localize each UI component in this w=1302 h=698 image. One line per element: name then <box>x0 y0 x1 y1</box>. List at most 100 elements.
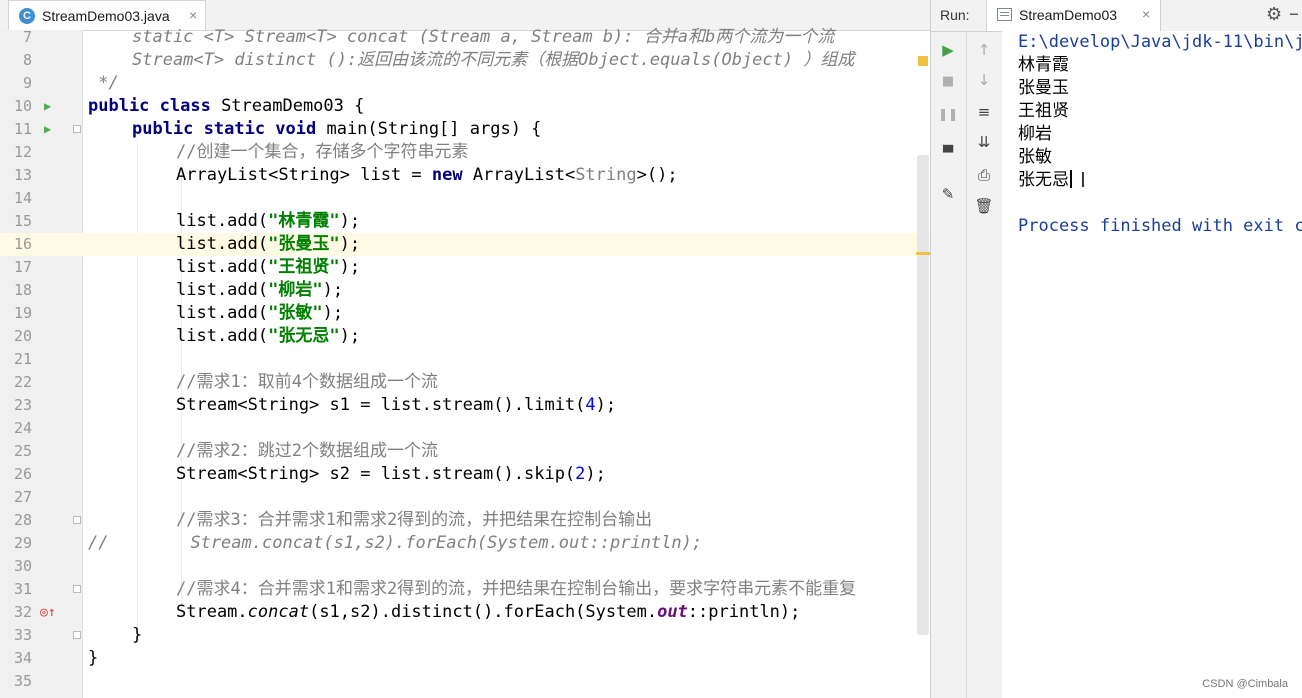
line-number: 13 <box>13 166 32 184</box>
run-label: Run: <box>940 7 970 23</box>
string-literal: "张曼玉" <box>268 234 340 254</box>
code-fragment: Stream<String> s2 = list.stream().skip( <box>176 464 576 484</box>
code-fragment: ); <box>339 257 361 277</box>
code-line-23: 23 Stream<String> s1 = list.stream().lim… <box>0 394 930 417</box>
close-run-tab-icon[interactable]: × <box>1142 6 1150 22</box>
ibeam-cursor-icon: I <box>1080 168 1086 192</box>
console-output-line: 林青霞 <box>1018 55 1069 75</box>
console-output-line: 柳岩 <box>1018 124 1052 144</box>
stop-icon[interactable]: ■ <box>937 71 959 93</box>
line-number: 9 <box>22 74 32 92</box>
code-text: ArrayList<String> list = new ArrayList<S… <box>176 164 678 187</box>
code-line-12: 12 //创建一个集合，存储多个字符串元素 <box>0 141 930 164</box>
run-toolbar: ▶ ■ ❚❚ ▀ ✎ <box>931 31 967 698</box>
line-number: 15 <box>13 212 32 230</box>
line-number: 8 <box>22 51 32 69</box>
console-output[interactable]: E:\develop\Java\jdk-11\bin\java.exe 林青霞 … <box>1002 31 1302 698</box>
code-fragment: ); <box>585 464 606 484</box>
code-fragment: Stream<String> s1 = list.stream().limit( <box>176 395 586 415</box>
editor-scrollbar[interactable] <box>917 155 929 635</box>
run-tool-window: Run: StreamDemo03 × ⚙ – ▶ ■ ❚❚ ▀ ✎ ↑ ↓ ≡… <box>930 0 1302 698</box>
code-line-7: 7 static <T> Stream<T> concat (Stream a,… <box>0 26 930 49</box>
scroll-to-end-icon[interactable]: ⇊ <box>973 131 995 153</box>
fold-icon[interactable] <box>73 125 81 133</box>
run-main-icon[interactable]: ▶ <box>44 118 51 141</box>
line-number: 18 <box>13 281 32 299</box>
line-number: 28 <box>13 511 32 529</box>
string-literal: "张无忌" <box>268 326 340 346</box>
java-class-icon: C <box>19 8 35 24</box>
line-number: 21 <box>13 350 32 368</box>
line-number: 31 <box>13 580 32 598</box>
console-icon <box>997 8 1012 21</box>
run-class-icon[interactable]: ▶ <box>44 95 51 118</box>
string-literal: "柳岩" <box>268 280 323 300</box>
close-tab-icon[interactable]: × <box>189 7 197 23</box>
code-line-22: 22 //需求1：取前4个数据组成一个流 <box>0 371 930 394</box>
code-fragment: list.add( <box>176 257 269 277</box>
code-line-27: 27 <box>0 486 930 509</box>
rerun-icon[interactable]: ▶ <box>937 39 959 61</box>
gear-icon[interactable]: ⚙ <box>1266 4 1282 25</box>
code-text: Stream<T> distinct ():返回由该流的不同元素（根据Objec… <box>132 50 855 70</box>
code-fragment: main(String[] args) { <box>316 119 542 139</box>
code-line-16: 16 list.add("张曼玉"); <box>0 233 930 256</box>
console-toolbar: ↑ ↓ ≡ ⇊ ⎙ 🗑 <box>966 31 1003 698</box>
code-line-31: 31 //需求4：合并需求1和需求2得到的流，并把结果在控制台输出，要求字符串元… <box>0 578 930 601</box>
code-line-8: 8 Stream<T> distinct ():返回由该流的不同元素（根据Obj… <box>0 49 930 72</box>
run-tab-label: StreamDemo03 <box>1019 7 1118 23</box>
code-line-19: 19 list.add("张敏"); <box>0 302 930 325</box>
line-number: 27 <box>13 488 32 506</box>
code-fragment: list.add( <box>176 234 269 254</box>
hide-icon[interactable]: – <box>1289 1 1299 25</box>
layout-icon[interactable]: ▀ <box>937 143 959 165</box>
line-number: 26 <box>13 465 32 483</box>
pause-icon[interactable]: ❚❚ <box>937 103 959 125</box>
tab-run-streamdemo03[interactable]: StreamDemo03 × <box>986 0 1161 31</box>
soft-wrap-icon[interactable]: ≡ <box>973 101 995 123</box>
run-header: Run: StreamDemo03 × ⚙ – <box>931 0 1302 32</box>
code-editor[interactable]: C StreamDemo03.java × 7 static <T> Strea… <box>0 0 930 698</box>
code-line-28: 28 //需求3：合并需求1和需求2得到的流，并把结果在控制台输出 <box>0 509 930 532</box>
code-text: public class StreamDemo03 { <box>88 95 364 118</box>
code-fragment: list.add( <box>176 326 269 346</box>
keyword: new <box>431 165 463 185</box>
method-override-icon[interactable]: ◎↑ <box>40 601 56 624</box>
code-fragment: ArrayList<String> list = <box>176 165 432 185</box>
keyword: public static void <box>132 119 317 139</box>
line-number: 30 <box>13 557 32 575</box>
code-text: public static void main(String[] args) { <box>132 118 541 141</box>
code-line-14: 14 <box>0 187 930 210</box>
code-text: //创建一个集合，存储多个字符串元素 <box>176 142 469 162</box>
fold-icon[interactable] <box>73 516 81 524</box>
code-line-33: 33 } <box>0 624 930 647</box>
trash-icon[interactable]: 🗑 <box>973 195 995 217</box>
code-fragment: list.add( <box>176 303 269 323</box>
up-arrow-icon[interactable]: ↑ <box>973 39 995 61</box>
code-line-11: 11 ▶ public static void main(String[] ar… <box>0 118 930 141</box>
code-line-18: 18 list.add("柳岩"); <box>0 279 930 302</box>
console-output-text: 张无忌 <box>1018 170 1069 190</box>
code-text: static <T> Stream<T> concat (Stream a, S… <box>132 27 835 47</box>
pin-icon[interactable]: ✎ <box>937 183 959 205</box>
code-line-34: 34 } <box>0 647 930 670</box>
code-line-29: 29 // Stream.concat(s1,s2).forEach(Syste… <box>0 532 930 555</box>
line-number: 17 <box>13 258 32 276</box>
code-fragment: ); <box>339 234 361 254</box>
code-fragment: >(); <box>636 165 678 185</box>
code-text: } <box>88 648 99 668</box>
code-fragment: list.add( <box>176 211 269 231</box>
line-number: 19 <box>13 304 32 322</box>
print-icon[interactable]: ⎙ <box>973 164 995 186</box>
line-number: 23 <box>13 396 32 414</box>
keyword: public class <box>88 96 211 116</box>
line-number: 34 <box>13 649 32 667</box>
down-arrow-icon[interactable]: ↓ <box>973 69 995 91</box>
code-fragment: ); <box>595 395 617 415</box>
fold-icon[interactable] <box>73 585 81 593</box>
console-output-line: 王祖贤 <box>1018 101 1069 121</box>
code-line-32: 32 ◎↑ Stream.concat(s1,s2).distinct().fo… <box>0 601 930 624</box>
code-line-26: 26 Stream<String> s2 = list.stream().ski… <box>0 463 930 486</box>
fold-icon[interactable] <box>73 631 81 639</box>
code-fragment: ArrayList< <box>462 165 576 185</box>
